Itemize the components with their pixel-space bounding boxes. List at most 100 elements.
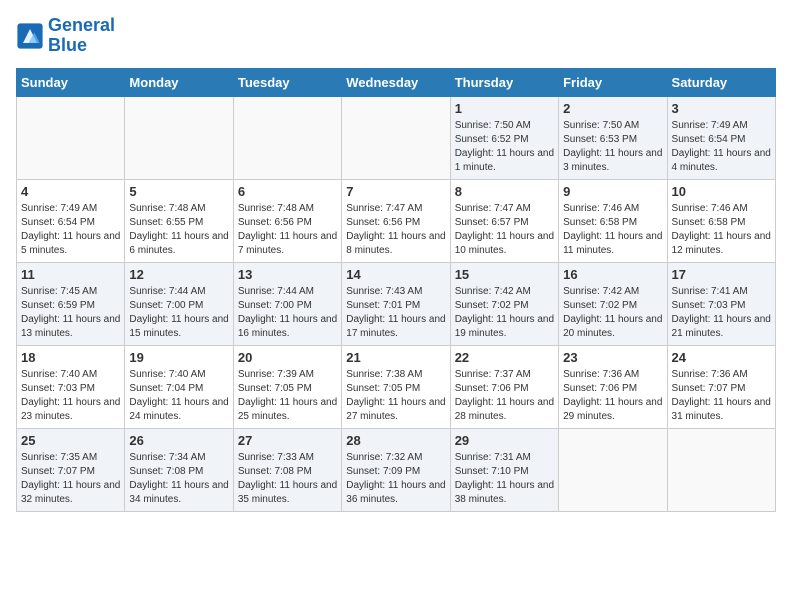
- calendar-cell: 10 Sunrise: 7:46 AM Sunset: 6:58 PM Dayli…: [667, 179, 775, 262]
- day-number: 11: [21, 267, 120, 282]
- calendar-cell: 19Sunrise: 7:40 AM Sunset: 7:04 PM Dayli…: [125, 345, 233, 428]
- day-number: 9: [563, 184, 662, 199]
- calendar-cell: 22 Sunrise: 7:37 AM Sunset: 7:06 PM Dayli…: [450, 345, 558, 428]
- calendar-cell: 21 Sunrise: 7:38 AM Sunset: 7:05 PM Dayli…: [342, 345, 450, 428]
- weekday-header-friday: Friday: [559, 68, 667, 96]
- calendar-cell: 14 Sunrise: 7:43 AM Sunset: 7:01 PM Dayli…: [342, 262, 450, 345]
- weekday-header-sunday: Sunday: [17, 68, 125, 96]
- day-info: Sunrise: 7:49 AM Sunset: 6:54 PM Dayligh…: [672, 119, 771, 175]
- day-number: 8: [455, 184, 554, 199]
- logo-icon: [16, 22, 44, 50]
- day-number: 24: [672, 350, 771, 365]
- day-info: Sunrise: 7:48 AM Sunset: 6:56 PM Dayligh…: [238, 202, 337, 258]
- day-info: Sunrise: 7:35 AM Sunset: 7:07 PM Dayligh…: [21, 451, 120, 507]
- calendar-cell: 23 Sunrise: 7:36 AM Sunset: 7:06 PM Dayli…: [559, 345, 667, 428]
- calendar-cell: [667, 428, 775, 511]
- page-header: GeneralBlue: [16, 16, 776, 56]
- day-info: Sunrise: 7:37 AM Sunset: 7:06 PM Dayligh…: [455, 368, 554, 424]
- calendar-cell: 2 Sunrise: 7:50 AM Sunset: 6:53 PM Daylig…: [559, 96, 667, 179]
- day-info: Sunrise: 7:48 AM Sunset: 6:55 PM Dayligh…: [129, 202, 228, 258]
- calendar-cell: 13 Sunrise: 7:44 AM Sunset: 7:00 PM Dayli…: [233, 262, 341, 345]
- calendar-week-2: 4Sunrise: 7:49 AM Sunset: 6:54 PM Daylig…: [17, 179, 776, 262]
- calendar-cell: [233, 96, 341, 179]
- day-info: Sunrise: 7:42 AM Sunset: 7:02 PM Dayligh…: [563, 285, 662, 341]
- calendar-cell: [17, 96, 125, 179]
- calendar-cell: 4Sunrise: 7:49 AM Sunset: 6:54 PM Daylig…: [17, 179, 125, 262]
- day-info: Sunrise: 7:50 AM Sunset: 6:53 PM Dayligh…: [563, 119, 662, 175]
- day-info: Sunrise: 7:36 AM Sunset: 7:07 PM Dayligh…: [672, 368, 771, 424]
- day-info: Sunrise: 7:49 AM Sunset: 6:54 PM Dayligh…: [21, 202, 120, 258]
- day-info: Sunrise: 7:33 AM Sunset: 7:08 PM Dayligh…: [238, 451, 337, 507]
- day-info: Sunrise: 7:50 AM Sunset: 6:52 PM Dayligh…: [455, 119, 554, 175]
- calendar-cell: 7 Sunrise: 7:47 AM Sunset: 6:56 PM Daylig…: [342, 179, 450, 262]
- calendar-cell: 18 Sunrise: 7:40 AM Sunset: 7:03 PM Dayli…: [17, 345, 125, 428]
- day-number: 12: [129, 267, 228, 282]
- calendar-cell: 27 Sunrise: 7:33 AM Sunset: 7:08 PM Dayli…: [233, 428, 341, 511]
- calendar-cell: 6 Sunrise: 7:48 AM Sunset: 6:56 PM Daylig…: [233, 179, 341, 262]
- calendar-cell: [559, 428, 667, 511]
- day-number: 18: [21, 350, 120, 365]
- day-info: Sunrise: 7:41 AM Sunset: 7:03 PM Dayligh…: [672, 285, 771, 341]
- day-number: 16: [563, 267, 662, 282]
- calendar-cell: 12 Sunrise: 7:44 AM Sunset: 7:00 PM Dayli…: [125, 262, 233, 345]
- day-number: 6: [238, 184, 337, 199]
- calendar-table: SundayMondayTuesdayWednesdayThursdayFrid…: [16, 68, 776, 512]
- day-number: 22: [455, 350, 554, 365]
- calendar-week-4: 18 Sunrise: 7:40 AM Sunset: 7:03 PM Dayli…: [17, 345, 776, 428]
- day-info: Sunrise: 7:38 AM Sunset: 7:05 PM Dayligh…: [346, 368, 445, 424]
- day-number: 26: [129, 433, 228, 448]
- calendar-cell: 20Sunrise: 7:39 AM Sunset: 7:05 PM Dayli…: [233, 345, 341, 428]
- calendar-cell: 28 Sunrise: 7:32 AM Sunset: 7:09 PM Dayli…: [342, 428, 450, 511]
- day-number: 2: [563, 101, 662, 116]
- logo: GeneralBlue: [16, 16, 115, 56]
- calendar-cell: 1 Sunrise: 7:50 AM Sunset: 6:52 PM Daylig…: [450, 96, 558, 179]
- calendar-cell: 8 Sunrise: 7:47 AM Sunset: 6:57 PM Daylig…: [450, 179, 558, 262]
- calendar-week-5: 25Sunrise: 7:35 AM Sunset: 7:07 PM Dayli…: [17, 428, 776, 511]
- calendar-cell: 9 Sunrise: 7:46 AM Sunset: 6:58 PM Daylig…: [559, 179, 667, 262]
- day-number: 13: [238, 267, 337, 282]
- logo-text: GeneralBlue: [48, 16, 115, 56]
- day-info: Sunrise: 7:36 AM Sunset: 7:06 PM Dayligh…: [563, 368, 662, 424]
- day-info: Sunrise: 7:44 AM Sunset: 7:00 PM Dayligh…: [238, 285, 337, 341]
- day-info: Sunrise: 7:43 AM Sunset: 7:01 PM Dayligh…: [346, 285, 445, 341]
- day-info: Sunrise: 7:47 AM Sunset: 6:57 PM Dayligh…: [455, 202, 554, 258]
- calendar-cell: 17 Sunrise: 7:41 AM Sunset: 7:03 PM Dayli…: [667, 262, 775, 345]
- day-info: Sunrise: 7:32 AM Sunset: 7:09 PM Dayligh…: [346, 451, 445, 507]
- day-info: Sunrise: 7:40 AM Sunset: 7:03 PM Dayligh…: [21, 368, 120, 424]
- weekday-header-tuesday: Tuesday: [233, 68, 341, 96]
- day-info: Sunrise: 7:44 AM Sunset: 7:00 PM Dayligh…: [129, 285, 228, 341]
- weekday-header-monday: Monday: [125, 68, 233, 96]
- day-number: 28: [346, 433, 445, 448]
- day-info: Sunrise: 7:39 AM Sunset: 7:05 PM Dayligh…: [238, 368, 337, 424]
- day-info: Sunrise: 7:46 AM Sunset: 6:58 PM Dayligh…: [563, 202, 662, 258]
- day-number: 23: [563, 350, 662, 365]
- day-info: Sunrise: 7:47 AM Sunset: 6:56 PM Dayligh…: [346, 202, 445, 258]
- calendar-cell: 5 Sunrise: 7:48 AM Sunset: 6:55 PM Daylig…: [125, 179, 233, 262]
- day-number: 21: [346, 350, 445, 365]
- weekday-header-saturday: Saturday: [667, 68, 775, 96]
- day-number: 7: [346, 184, 445, 199]
- calendar-cell: 25Sunrise: 7:35 AM Sunset: 7:07 PM Dayli…: [17, 428, 125, 511]
- day-number: 17: [672, 267, 771, 282]
- day-number: 27: [238, 433, 337, 448]
- day-info: Sunrise: 7:45 AM Sunset: 6:59 PM Dayligh…: [21, 285, 120, 341]
- day-info: Sunrise: 7:31 AM Sunset: 7:10 PM Dayligh…: [455, 451, 554, 507]
- calendar-cell: 29 Sunrise: 7:31 AM Sunset: 7:10 PM Dayli…: [450, 428, 558, 511]
- day-number: 1: [455, 101, 554, 116]
- day-number: 29: [455, 433, 554, 448]
- day-info: Sunrise: 7:46 AM Sunset: 6:58 PM Dayligh…: [672, 202, 771, 258]
- day-info: Sunrise: 7:42 AM Sunset: 7:02 PM Dayligh…: [455, 285, 554, 341]
- calendar-week-3: 11 Sunrise: 7:45 AM Sunset: 6:59 PM Dayli…: [17, 262, 776, 345]
- weekday-header-row: SundayMondayTuesdayWednesdayThursdayFrid…: [17, 68, 776, 96]
- calendar-cell: [125, 96, 233, 179]
- day-number: 5: [129, 184, 228, 199]
- calendar-cell: 11 Sunrise: 7:45 AM Sunset: 6:59 PM Dayli…: [17, 262, 125, 345]
- calendar-week-1: 1 Sunrise: 7:50 AM Sunset: 6:52 PM Daylig…: [17, 96, 776, 179]
- calendar-cell: 16 Sunrise: 7:42 AM Sunset: 7:02 PM Dayli…: [559, 262, 667, 345]
- calendar-cell: [342, 96, 450, 179]
- day-number: 14: [346, 267, 445, 282]
- calendar-cell: 26Sunrise: 7:34 AM Sunset: 7:08 PM Dayli…: [125, 428, 233, 511]
- day-number: 10: [672, 184, 771, 199]
- weekday-header-wednesday: Wednesday: [342, 68, 450, 96]
- day-number: 15: [455, 267, 554, 282]
